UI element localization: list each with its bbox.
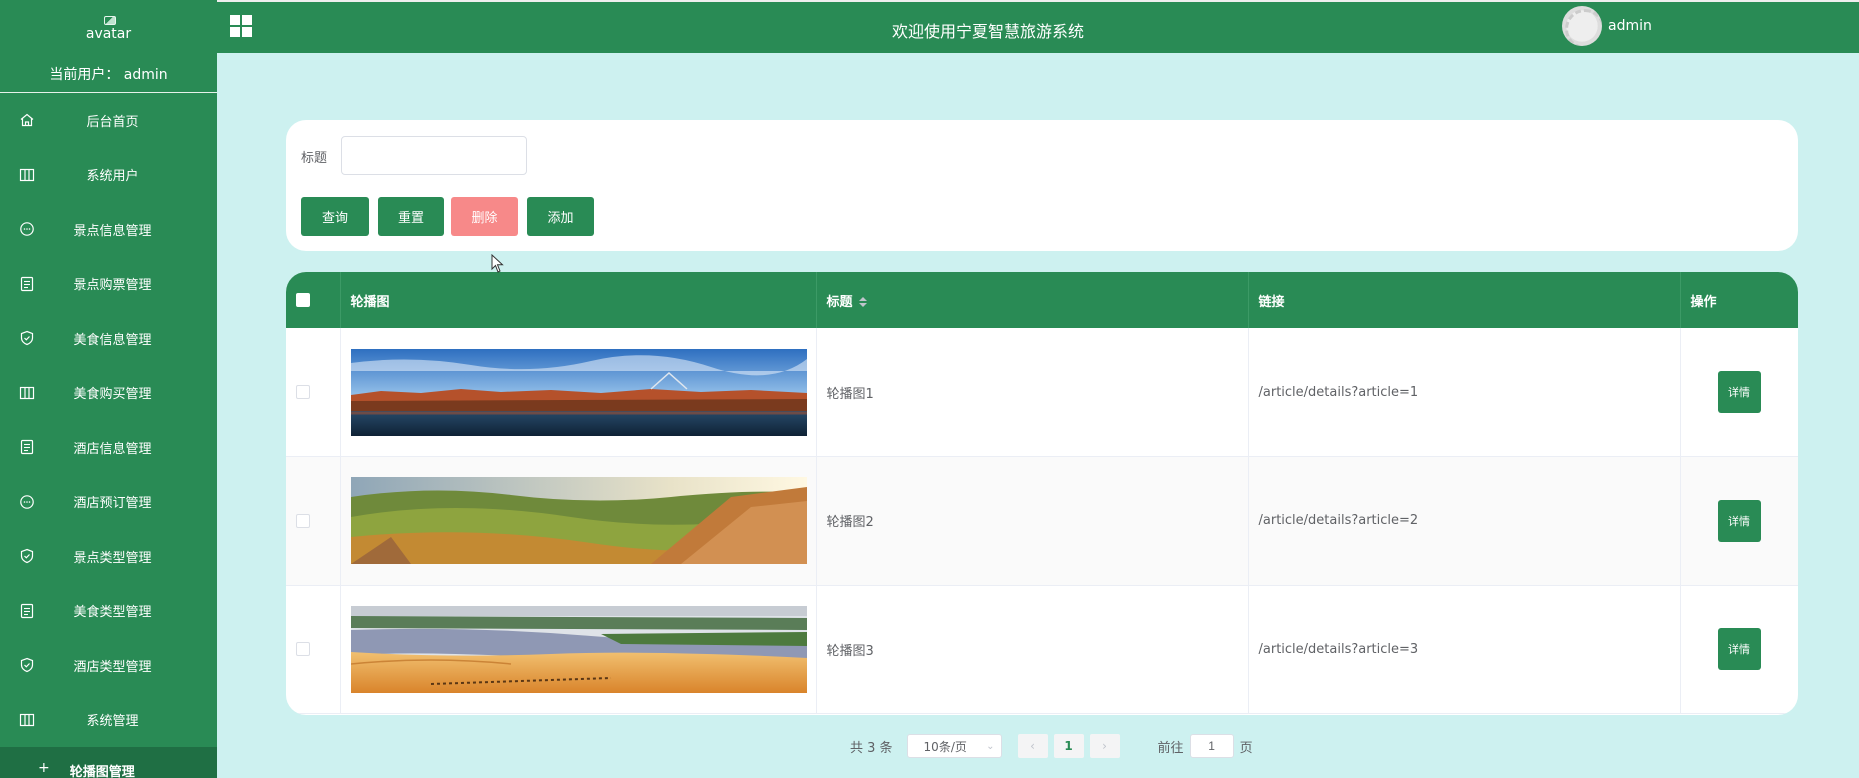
carousel-table: 轮播图 标题 链接 操作 轮播图1 /article/details?artic… [286,272,1798,715]
row-link: /article/details?article=1 [1248,328,1681,457]
sidebar-item-ticket[interactable]: 景点购票管理 [0,257,217,312]
sidebar-item-hotel-info[interactable]: 酒店信息管理 [0,420,217,475]
page-size-select[interactable]: 10条/页 ⌄ [906,734,1002,758]
shield-check-icon [18,329,36,347]
pagination: 共 3 条 10条/页 ⌄ ‹ 1 › 前往 页 [850,734,1253,758]
detail-button[interactable]: 详情 [1717,499,1761,542]
add-button[interactable]: 添加 [527,197,594,236]
sidebar-item-system-users[interactable]: 系统用户 [0,148,217,203]
columns-icon [18,711,36,729]
page-number-current[interactable]: 1 [1053,734,1084,758]
sidebar-subitem-label: 轮播图管理 [69,765,135,778]
row-title: 轮播图1 [816,328,1249,457]
goto-page-input[interactable] [1189,734,1234,758]
column-header-title[interactable]: 标题 [816,272,1249,328]
row-link: /article/details?article=2 [1248,456,1681,586]
chevron-right-icon: › [1102,739,1107,753]
sidebar-item-food-purchase[interactable]: 美食购买管理 [0,366,217,421]
document-icon [18,275,36,293]
table-header-row: 轮播图 标题 链接 操作 [286,272,1798,328]
chevron-left-icon: ‹ [1030,739,1035,753]
column-header-action: 操作 [1680,272,1798,328]
sidebar-item-system-manage[interactable]: 系统管理 [0,693,217,748]
row-checkbox[interactable] [296,642,310,657]
query-button[interactable]: 查询 [301,197,369,236]
select-all-cell [286,272,341,328]
row-checkbox[interactable] [296,513,310,528]
columns-icon [18,166,36,184]
page-title-text: 欢迎使用宁夏智慧旅游系统 [891,22,1084,41]
green-valley-image [350,477,807,565]
sidebar-item-food-info[interactable]: 美食信息管理 [0,311,217,366]
avatar-alt-text: avatar [85,26,132,42]
user-menu[interactable]: admin [1562,6,1652,46]
sidebar-item-attraction-type[interactable]: 景点类型管理 [0,529,217,584]
page-size-value: 10条/页 [923,739,967,754]
top-header: 欢迎使用宁夏智慧旅游系统 admin [217,0,1859,53]
sidebar-item-hotel-type[interactable]: 酒店类型管理 [0,638,217,693]
document-icon [18,602,36,620]
chat-icon [18,493,36,511]
chevron-down-icon: ⌄ [986,740,995,752]
sidebar-item-home[interactable]: 后台首页 [0,93,217,148]
sidebar-subitem-carousel[interactable]: + 轮播图管理 [0,747,217,778]
sidebar-logo: avatar [0,0,217,56]
table-row: 轮播图2 /article/details?article=2 详情 [286,456,1798,586]
next-page-button[interactable]: › [1089,734,1120,758]
sidebar-item-hotel-booking[interactable]: 酒店预订管理 [0,475,217,530]
home-icon [18,111,36,129]
shield-check-icon [18,547,36,565]
title-filter-input[interactable] [341,136,527,175]
desert-river-image [350,605,807,693]
sort-icon[interactable] [858,297,867,307]
broken-image-icon [102,14,116,26]
sidebar: avatar 当前用户： admin 后台首页 系统用户 景点信息管理 景点购票… [0,0,217,778]
column-header-image: 轮播图 [340,272,817,328]
sidebar-item-attraction-info[interactable]: 景点信息管理 [0,202,217,257]
delete-button[interactable]: 删除 [451,197,518,236]
table-row: 轮播图1 /article/details?article=1 详情 [286,328,1798,457]
column-header-title-text: 标题 [826,294,853,310]
header-username: admin [1608,18,1652,34]
mouse-cursor-icon [491,254,504,273]
document-icon [18,438,36,456]
column-header-link: 链接 [1248,272,1681,328]
columns-icon [18,384,36,402]
shield-check-icon [18,656,36,674]
row-title: 轮播图3 [816,585,1249,714]
chat-icon [18,220,36,238]
detail-button[interactable]: 详情 [1717,628,1761,671]
plus-icon: + [38,760,50,776]
search-panel: 标题 查询 重置 删除 添加 [286,120,1798,251]
page-suffix: 页 [1239,740,1253,756]
row-checkbox[interactable] [296,385,310,399]
reset-button[interactable]: 重置 [378,197,444,236]
goto-label: 前往 [1157,740,1184,756]
row-title: 轮播图2 [816,456,1249,586]
current-user-label: 当前用户： admin [0,56,217,93]
title-filter-label: 标题 [301,151,328,166]
avatar[interactable] [1562,6,1602,46]
detail-button[interactable]: 详情 [1717,371,1761,413]
lake-cliffs-image [350,348,807,436]
table-row: 轮播图3 /article/details?article=3 详情 [286,585,1798,714]
prev-page-button[interactable]: ‹ [1017,734,1048,758]
row-link: /article/details?article=3 [1248,585,1681,714]
pagination-total: 共 3 条 [850,740,893,756]
sidebar-item-food-type[interactable]: 美食类型管理 [0,584,217,639]
select-all-checkbox[interactable] [296,293,310,307]
